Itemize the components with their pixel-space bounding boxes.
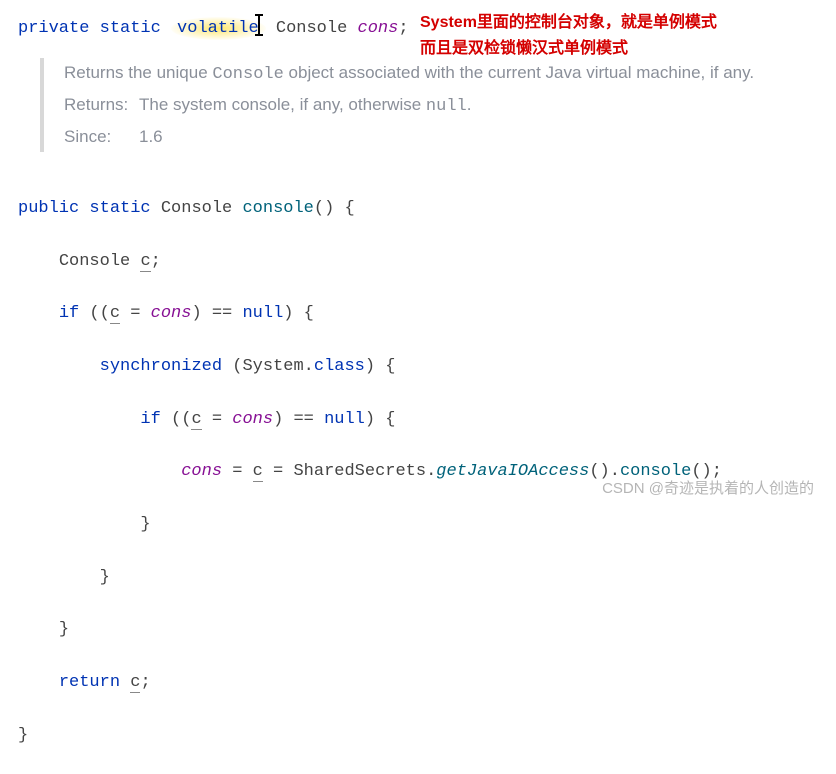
code-line: } (18, 565, 818, 591)
javadoc-description: Returns the unique Console object associ… (64, 58, 818, 90)
code-line: return c; (18, 670, 818, 696)
keyword-static: static (100, 19, 161, 38)
method-name: console (242, 199, 313, 218)
code-line: } (18, 512, 818, 538)
javadoc-returns-label: Returns: (64, 90, 139, 120)
field-cons: cons (358, 19, 399, 38)
javadoc-type: Console (212, 65, 283, 84)
code-line: if ((c = cons) == null) { (18, 407, 818, 433)
annotation-comment: System里面的控制台对象，就是单例模式 而且是双检锁懒汉式单例模式 (420, 10, 717, 61)
javadoc-returns: Returns:The system console, if any, othe… (64, 90, 818, 122)
method-console: public static Console console() { Consol… (18, 170, 818, 774)
code-line: } (18, 617, 818, 643)
javadoc-since-label: Since: (64, 122, 139, 152)
code-line: Console c; (18, 249, 818, 275)
code-line: } (18, 723, 818, 749)
annotation-line1: System里面的控制台对象，就是单例模式 (420, 10, 717, 36)
javadoc-since: Since:1.6 (64, 122, 818, 152)
annotation-line2: 而且是双检锁懒汉式单例模式 (420, 36, 717, 62)
code-line: public static Console console() { (18, 196, 818, 222)
keyword-volatile-highlight: volatile (171, 17, 266, 40)
type-console: Console (276, 19, 347, 38)
code-line: if ((c = cons) == null) { (18, 301, 818, 327)
code-line: synchronized (System.class) { (18, 354, 818, 380)
watermark: CSDN @奇迹是执着的人创造的 (602, 477, 814, 500)
javadoc-null: null (426, 97, 467, 116)
keyword-private: private (18, 19, 89, 38)
text-cursor-icon (259, 12, 260, 32)
javadoc-since-value: 1.6 (139, 127, 163, 146)
keyword-volatile: volatile (177, 19, 259, 38)
javadoc-block: Returns the unique Console object associ… (40, 58, 818, 151)
